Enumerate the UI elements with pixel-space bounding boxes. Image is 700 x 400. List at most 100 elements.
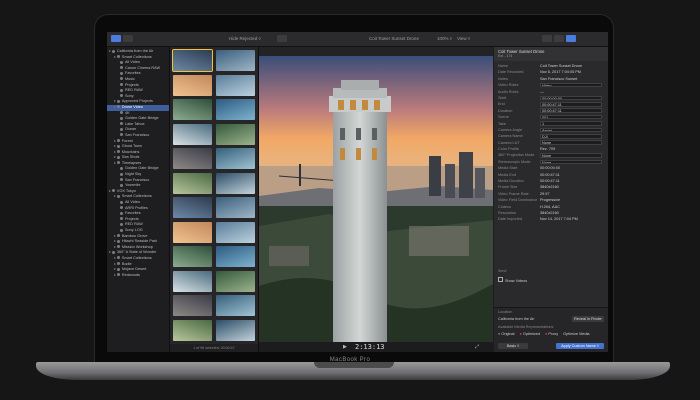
clip-thumbnail[interactable] [173, 99, 212, 120]
reveal-in-finder-button[interactable]: Reveal in Finder [572, 316, 604, 322]
disclosure-triangle-icon[interactable]: ▸ [114, 273, 116, 277]
disclosure-triangle-icon[interactable]: ▸ [114, 256, 116, 260]
disclosure-triangle-icon[interactable]: ▸ [114, 55, 116, 59]
clip-thumbnail[interactable] [173, 148, 212, 169]
clip-thumbnail[interactable] [173, 50, 212, 71]
inspector-field-value[interactable]: 00:00:47:11 [540, 102, 602, 107]
clip-browser: 1 of 96 selected, 00:00:47 [170, 47, 259, 352]
view-popup[interactable]: View ◊ [457, 36, 470, 41]
inspector-field-value[interactable]: 001 [540, 114, 602, 120]
layout-button-1[interactable] [542, 35, 552, 42]
clip-thumbnail[interactable] [173, 319, 212, 341]
sidebar-item-label: Night Sky [125, 172, 142, 177]
inspector-toggle-button[interactable] [566, 35, 576, 42]
disclosure-triangle-icon[interactable]: ▸ [114, 245, 116, 249]
clip-thumbnail[interactable] [173, 74, 212, 96]
disclosure-triangle-icon[interactable]: ▸ [109, 250, 111, 254]
disclosure-triangle-icon[interactable]: ▸ [114, 234, 116, 238]
inspector-field-label: Date Imported [498, 217, 523, 222]
fullscreen-icon[interactable]: ⤢ [475, 344, 479, 350]
clip-thumbnail[interactable] [216, 197, 255, 218]
sidebar-item[interactable]: ▸ Redwoods [107, 273, 169, 279]
clip-appearance-button[interactable] [277, 35, 287, 42]
clip-thumbnail[interactable] [173, 123, 212, 145]
inspector-field-value[interactable]: Aerial [540, 127, 602, 133]
disclosure-triangle-icon[interactable]: ▸ [114, 99, 116, 103]
disclosure-triangle-icon[interactable]: ▸ [114, 161, 116, 165]
rep-proxy: Proxy [548, 332, 559, 336]
filter-popup[interactable]: Hide Rejected ◊ [229, 36, 261, 41]
inspector-field-value[interactable]: Video [540, 82, 602, 88]
disclosure-triangle-icon[interactable]: ▸ [114, 239, 116, 243]
inspector-field-value[interactable]: 00:00:00:00 [540, 95, 602, 101]
inspector-field-value: Nov 14, 2017 7:04 PM [540, 217, 578, 222]
clip-thumbnail[interactable] [173, 295, 212, 316]
event-icon [116, 161, 120, 165]
inspector-field-value[interactable]: 00:00:47:11 [540, 108, 602, 114]
clip-thumbnail[interactable] [173, 221, 212, 243]
viewer-controls: 2:13:13 ▶ ⤢ [259, 342, 493, 352]
sidebar-item-label: Yosemite [125, 183, 141, 188]
photos-toggle-button[interactable] [123, 35, 133, 42]
clip-thumbnail[interactable] [216, 246, 255, 267]
event-icon [116, 155, 120, 159]
clip-thumbnail[interactable] [173, 197, 212, 218]
sidebar-item-label: Favorites [125, 71, 141, 76]
disclosure-triangle-icon[interactable]: ▸ [114, 144, 116, 148]
collection-icon [120, 206, 123, 210]
clip-thumbnail[interactable] [173, 246, 212, 267]
event-icon [116, 105, 120, 109]
clip-thumbnail[interactable] [216, 172, 255, 194]
sidebar-item-label: Bodie [121, 261, 132, 266]
collection-icon [120, 88, 123, 92]
disclosure-triangle-icon[interactable]: ▸ [109, 189, 111, 193]
clip-thumbnail[interactable] [216, 148, 255, 169]
play-icon[interactable]: ▶ [343, 344, 347, 350]
sidebar-item-label: Smart Collections [121, 255, 152, 260]
inspector-field-value[interactable]: None [540, 140, 602, 145]
collection-icon [120, 183, 123, 187]
sidebar-item-label: Sea Shots [121, 155, 140, 160]
inspector-field-value[interactable]: 1 [540, 121, 602, 126]
event-icon [116, 245, 120, 249]
inspector-field-value[interactable]: None [540, 153, 602, 158]
sidebar-item-label: Projects [125, 82, 139, 87]
clip-thumbnail[interactable] [216, 221, 255, 243]
event-icon [116, 99, 120, 103]
clip-thumbnail[interactable] [216, 319, 255, 341]
apply-custom-name-button[interactable]: Apply Custom Name ◊ [556, 343, 604, 349]
basic-view-popup[interactable]: Basic ◊ [498, 343, 528, 349]
disclosure-triangle-icon[interactable]: ▸ [114, 105, 116, 109]
inspector-fields: Name Coit Tower Sunset Drone Date Recorded… [494, 61, 608, 223]
library-toggle-button[interactable] [111, 35, 121, 42]
clip-thumbnail[interactable] [173, 172, 212, 194]
coit-tower-frame [259, 56, 493, 342]
clip-thumbnail[interactable] [173, 270, 212, 292]
disclosure-triangle-icon[interactable]: ▸ [114, 155, 116, 159]
disclosure-triangle-icon[interactable]: ▸ [114, 150, 116, 154]
zoom-popup[interactable]: 100% ◊ [437, 36, 452, 41]
sidebar-item-label: Favorites [125, 211, 141, 216]
disclosure-triangle-icon[interactable]: ▸ [109, 49, 111, 53]
sidebar-item-label: RED RAW [125, 88, 143, 93]
show-videos-checkbox[interactable]: Show Videos [498, 277, 527, 283]
rep-optimize-media[interactable]: Optimize Media [563, 332, 589, 336]
disclosure-triangle-icon[interactable]: ▸ [114, 194, 116, 198]
collection-icon [120, 122, 123, 126]
clip-thumbnail[interactable] [216, 295, 255, 316]
inspector-field-value[interactable]: DJI [540, 133, 602, 139]
clip-thumbnail[interactable] [216, 50, 255, 71]
clip-thumbnail[interactable] [216, 270, 255, 292]
sidebar-item-label: All Video [125, 200, 140, 205]
clip-thumbnail[interactable] [216, 99, 255, 120]
layout-button-2[interactable] [554, 35, 564, 42]
sidebar-item-label: Projects [125, 216, 139, 221]
disclosure-triangle-icon[interactable]: ▸ [114, 267, 116, 271]
disclosure-triangle-icon[interactable]: ▸ [114, 139, 116, 143]
inspector-field-value[interactable]: None [540, 159, 602, 165]
show-videos-label: Show Videos [505, 279, 528, 283]
disclosure-triangle-icon[interactable]: ▸ [114, 262, 116, 266]
clip-thumbnail[interactable] [216, 74, 255, 96]
sidebar-item-label: Mojave Desert [121, 267, 147, 272]
clip-thumbnail[interactable] [216, 123, 255, 145]
